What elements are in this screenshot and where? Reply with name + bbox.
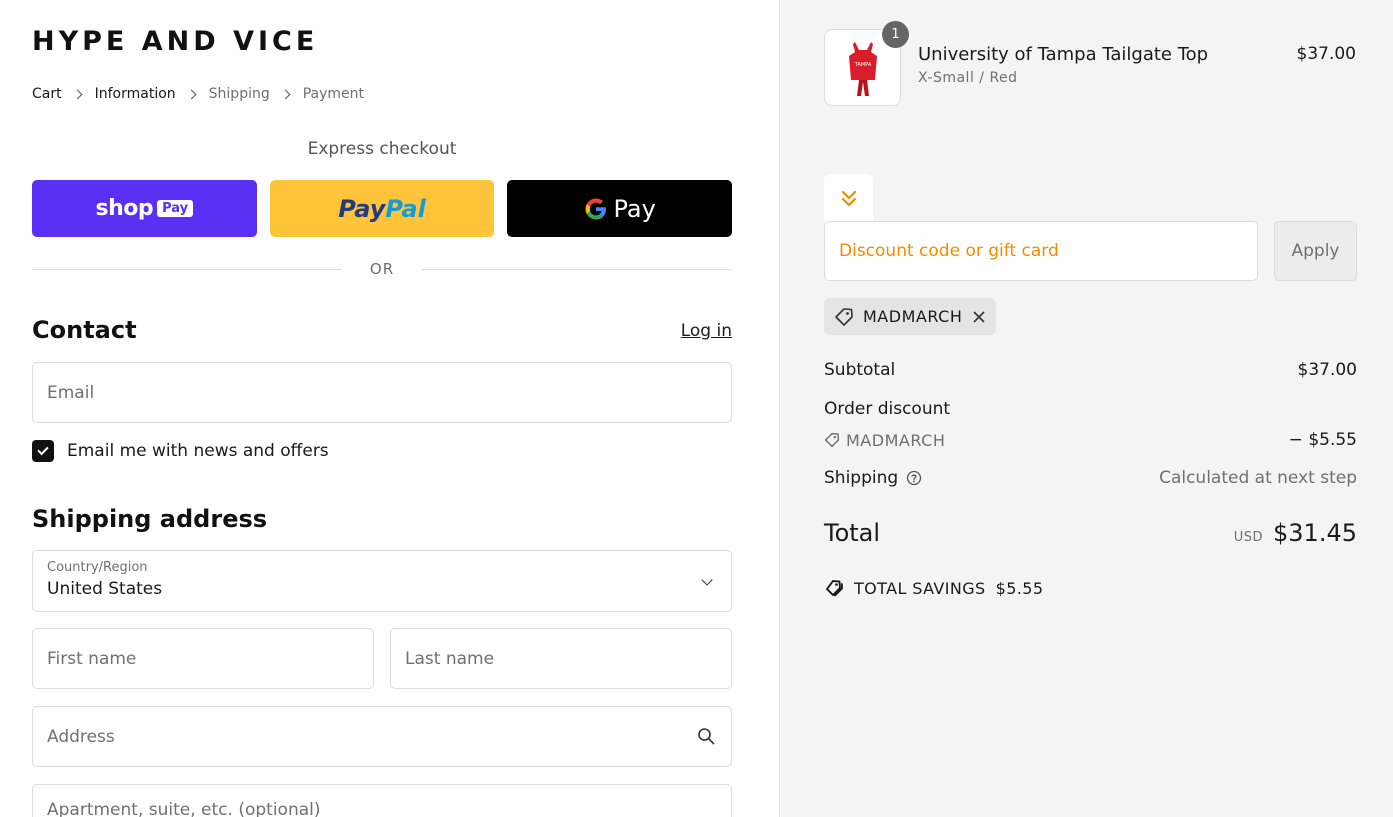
discount-code-line: MADMARCH [824,431,945,450]
tag-icon [824,432,840,448]
store-logo[interactable]: HYPE AND VICE [32,26,318,57]
quantity-badge: 1 [882,21,909,48]
order-summary-panel: TAMPA 1 University of Tampa Tailgate Top… [779,0,1393,817]
checkmark-icon [37,443,49,456]
breadcrumb: Cart Information Shipping Payment [32,86,364,102]
total-savings: TOTAL SAVINGS $5.55 [824,578,1043,598]
order-discount-row: Order discount [824,399,1357,419]
double-chevron-down-icon [841,190,856,207]
total-value-group: USD $31.45 [1234,519,1357,547]
country-select-label: Country/Region [47,560,148,575]
breadcrumb-cart[interactable]: Cart [32,86,62,102]
applied-discount-code: MADMARCH [863,307,963,326]
subtotal-value: $37.00 [1297,360,1357,380]
shipping-value: Calculated at next step [1159,468,1357,488]
express-checkout-buttons: shop Pay Pay Pal Pay [32,180,733,237]
subtotal-row: Subtotal $37.00 [824,360,1357,380]
total-savings-value: $5.55 [995,578,1044,598]
or-label: OR [369,260,395,278]
shipping-label: Shipping [824,468,899,488]
or-divider: OR [32,260,733,278]
chevron-right-icon [72,89,83,99]
checkout-form-panel: HYPE AND VICE Cart Information Shipping … [0,0,779,817]
order-discount-label: Order discount [824,399,951,419]
last-name-container [390,628,732,689]
discount-amount: − $5.55 [1288,430,1357,450]
paypal-button[interactable]: Pay Pal [269,180,495,237]
newsletter-option: Email me with news and offers [32,440,329,462]
last-name-field[interactable] [391,629,731,688]
total-value: $31.45 [1273,519,1357,547]
apply-discount-button[interactable]: Apply [1274,221,1357,281]
discount-field-container [824,221,1258,281]
tag-icon [835,307,853,326]
chevron-right-icon [280,89,291,99]
promo-tab[interactable] [824,174,873,224]
product-price: $37.00 [1296,44,1356,64]
product-name: University of Tampa Tailgate Top [918,44,1209,65]
paypal-logo-text-a: Pay [338,194,386,223]
search-icon[interactable] [697,727,715,745]
close-icon[interactable] [972,310,986,324]
discount-code-input[interactable] [825,222,1257,280]
total-currency: USD [1233,530,1264,545]
total-savings-label: TOTAL SAVINGS [854,578,986,598]
address-container [32,706,732,767]
login-link[interactable]: Log in [681,321,732,341]
product-variant: X-Small / Red [918,70,1018,86]
google-pay-text: Pay [613,194,656,223]
apartment-field[interactable] [33,785,731,817]
total-label: Total [824,519,881,547]
breadcrumb-shipping: Shipping [208,86,270,102]
country-select[interactable]: Country/Region United States [32,550,732,612]
product-image-text: TAMPA [853,62,871,68]
newsletter-checkbox[interactable] [32,440,54,462]
paypal-logo-text-b: Pal [385,194,426,223]
first-name-field[interactable] [33,629,373,688]
apartment-container [32,784,732,817]
shop-pay-badge: Pay [157,200,194,217]
country-select-value: United States [47,579,163,599]
email-field-container [32,362,732,423]
breadcrumb-information: Information [94,86,176,102]
google-pay-button[interactable]: Pay [507,180,733,237]
subtotal-label: Subtotal [824,360,896,380]
email-field[interactable] [33,363,731,422]
divider-line [32,268,342,270]
product-image: TAMPA [848,41,877,96]
chevron-right-icon [186,89,197,99]
discount-code-name: MADMARCH [846,430,946,450]
address-field[interactable] [33,707,731,766]
newsletter-label[interactable]: Email me with news and offers [67,441,329,461]
divider-line [422,268,733,270]
breadcrumb-payment: Payment [302,86,365,102]
google-g-icon [585,198,606,219]
express-checkout-title: Express checkout [307,139,457,159]
contact-heading: Contact [32,316,137,344]
total-row: Total USD $31.45 [824,519,1357,547]
tags-icon [826,580,843,597]
shop-pay-logo-text: shop [95,196,154,221]
applied-discount-chip: MADMARCH [824,298,997,335]
chevron-down-icon [701,574,713,586]
shop-pay-button[interactable]: shop Pay [32,180,257,237]
first-name-container [32,628,374,689]
shipping-row: Shipping Calculated at next step [824,468,1357,488]
discount-detail-row: MADMARCH − $5.55 [824,430,1357,450]
shipping-address-heading: Shipping address [32,505,268,533]
help-icon[interactable] [906,470,922,486]
shipping-label-group: Shipping [824,468,922,488]
